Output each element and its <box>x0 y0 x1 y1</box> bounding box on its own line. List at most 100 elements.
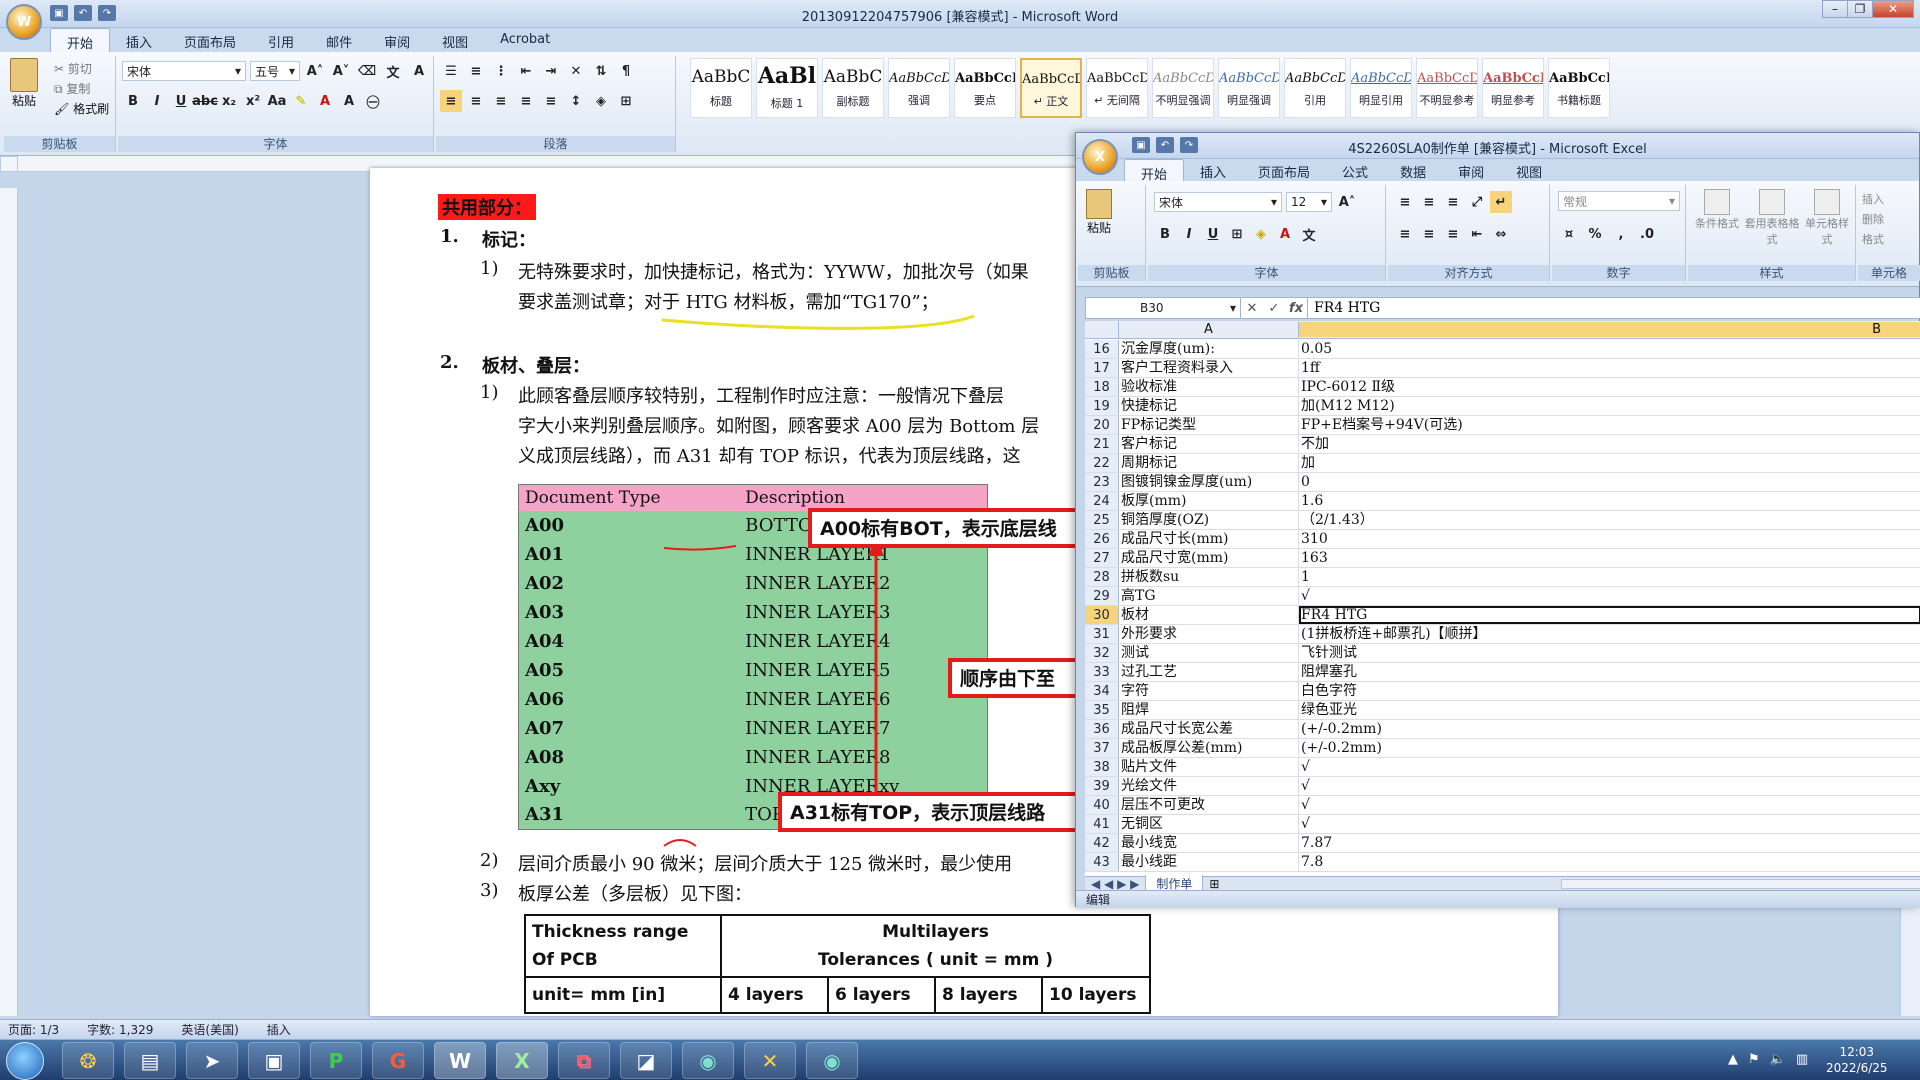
fill-color-icon[interactable]: ◈ <box>1250 223 1272 245</box>
tab-view[interactable]: 视图 <box>426 28 484 52</box>
new-sheet-icon[interactable]: ⊞ <box>1203 877 1225 891</box>
page-count[interactable]: 页面: 1/3 <box>8 1021 59 1038</box>
formula-input[interactable] <box>1307 298 1920 318</box>
cell-a[interactable]: 周期标记 <box>1119 454 1299 472</box>
subscript-icon[interactable]: x₂ <box>218 90 240 112</box>
align-right-icon[interactable]: ≡ <box>1442 223 1464 245</box>
cell-b[interactable]: √ <box>1299 796 1920 814</box>
tab-view[interactable]: 视图 <box>1500 158 1558 182</box>
borders-icon[interactable]: ⊞ <box>1226 223 1248 245</box>
tab-insert[interactable]: 插入 <box>1184 158 1242 182</box>
table-row[interactable]: 36 成品尺寸长宽公差 (+/-0.2mm) <box>1085 720 1920 739</box>
taskbar-app-3-icon[interactable]: ➤ <box>186 1042 238 1079</box>
grow-font-icon[interactable]: A˄ <box>304 60 326 82</box>
cell-b[interactable]: FR4 HTG <box>1299 606 1920 624</box>
cell-b[interactable]: 7.8 <box>1299 853 1920 871</box>
table-row[interactable]: 28 拼板数su 1 <box>1085 568 1920 587</box>
underline-icon[interactable]: U <box>1202 223 1224 245</box>
sort-icon[interactable]: ⇅ <box>590 60 612 82</box>
tab-page-layout[interactable]: 页面布局 <box>1242 158 1326 182</box>
wrap-text-icon[interactable]: ↵ <box>1490 191 1512 213</box>
ruler-toggle-icon[interactable] <box>0 156 18 172</box>
row-header[interactable]: 38 <box>1085 758 1119 776</box>
cell-b[interactable]: 飞针测试 <box>1299 644 1920 662</box>
row-header[interactable]: 43 <box>1085 853 1119 871</box>
row-header[interactable]: 18 <box>1085 378 1119 396</box>
bullets-icon[interactable]: ☰ <box>440 60 462 82</box>
enter-icon[interactable]: ✓ <box>1263 297 1285 319</box>
cell-b[interactable]: √ <box>1299 815 1920 833</box>
cell-style-button[interactable]: 单元格样式 <box>1802 189 1852 247</box>
style-book-title[interactable]: AaBbCcI 书籍标题 <box>1548 58 1610 118</box>
name-box[interactable]: B30 ▾ <box>1086 298 1241 318</box>
tab-review[interactable]: 审阅 <box>1442 158 1500 182</box>
vertical-ruler[interactable] <box>0 188 18 1016</box>
align-right-icon[interactable]: ≡ <box>490 90 512 112</box>
cell-b[interactable]: 不加 <box>1299 435 1920 453</box>
start-button[interactable] <box>6 1042 44 1080</box>
horizontal-scrollbar[interactable] <box>1561 878 1920 889</box>
delete-cells-button[interactable]: 删除 <box>1862 211 1884 227</box>
tab-acrobat[interactable]: Acrobat <box>484 28 566 52</box>
style-quote[interactable]: AaBbCcD 引用 <box>1284 58 1346 118</box>
show-marks-icon[interactable]: ¶ <box>615 60 637 82</box>
table-row[interactable]: 22 周期标记加 <box>1085 454 1920 473</box>
cell-b[interactable]: 白色字符 <box>1299 682 1920 700</box>
cell-a[interactable]: FP标记类型 <box>1119 416 1299 434</box>
cell-a[interactable]: 无铜区 <box>1119 815 1299 833</box>
restore-button[interactable]: ❐ <box>1847 0 1873 18</box>
shading-icon[interactable]: ◈ <box>590 90 612 112</box>
row-header[interactable]: 32 <box>1085 644 1119 662</box>
cell-a[interactable]: 成品板厚公差(mm) <box>1119 739 1299 757</box>
cell-b[interactable]: 0 <box>1299 473 1920 491</box>
taskbar-app-12-icon[interactable]: ✕ <box>744 1042 796 1079</box>
taskbar-app-11-icon[interactable]: ◉ <box>682 1042 734 1079</box>
phonetic-icon[interactable]: 文 <box>382 60 404 82</box>
cell-a[interactable]: 贴片文件 <box>1119 758 1299 776</box>
style-strong[interactable]: AaBbCcD要点 <box>954 58 1016 118</box>
cell-a[interactable]: 层压不可更改 <box>1119 796 1299 814</box>
cell-a[interactable]: 光绘文件 <box>1119 777 1299 795</box>
sheet-nav-icon[interactable]: ◀ ◀ ▶ ▶ <box>1085 877 1145 891</box>
strikethrough-icon[interactable]: abc <box>192 90 218 112</box>
bold-icon[interactable]: B <box>1154 223 1176 245</box>
row-header[interactable]: 33 <box>1085 663 1119 681</box>
highlight-icon[interactable]: ✎ <box>290 90 312 112</box>
minimize-button[interactable]: – <box>1822 0 1848 18</box>
tab-data[interactable]: 数据 <box>1384 158 1442 182</box>
tray-arrow-icon[interactable]: ▲ <box>1728 1052 1738 1067</box>
taskbar-excel-icon[interactable]: X <box>496 1042 548 1079</box>
orientation-icon[interactable]: ⤢ <box>1466 191 1488 213</box>
cell-a[interactable]: 最小线宽 <box>1119 834 1299 852</box>
table-row[interactable]: 37 成品板厚公差(mm) (+/-0.2mm) <box>1085 739 1920 758</box>
column-header-a[interactable]: A <box>1119 322 1299 337</box>
justify-icon[interactable]: ≡ <box>515 90 537 112</box>
office-button[interactable]: W <box>6 4 42 40</box>
row-header[interactable]: 21 <box>1085 435 1119 453</box>
table-row[interactable]: 41 无铜区 √ <box>1085 815 1920 834</box>
style-emphasis[interactable]: AaBbCcD 强调 <box>888 58 950 118</box>
taskbar-word-icon[interactable]: W <box>434 1042 486 1079</box>
bold-icon[interactable]: B <box>122 90 144 112</box>
taskbar-app-1-icon[interactable]: ❂ <box>62 1042 114 1079</box>
cell-a[interactable]: 拼板数su <box>1119 568 1299 586</box>
flag-icon[interactable]: ⚑ <box>1748 1052 1760 1067</box>
table-row[interactable]: 31 外形要求 (1拼板桥连+邮票孔)【顺拼】 <box>1085 625 1920 644</box>
table-row[interactable]: 17 客户工程资料录入 1ff <box>1085 359 1920 378</box>
increase-indent-icon[interactable]: ⇥ <box>540 60 562 82</box>
grow-font-icon[interactable]: A˄ <box>1336 191 1358 213</box>
cell-b[interactable]: 1 <box>1299 568 1920 586</box>
table-row[interactable]: 18 验收标准 IPC-6012 Ⅱ级 <box>1085 378 1920 397</box>
style-subtitle[interactable]: AaBbC 副标题 <box>822 58 884 118</box>
decrease-indent-icon[interactable]: ⇤ <box>1466 223 1488 245</box>
cell-b[interactable]: √ <box>1299 777 1920 795</box>
cell-b[interactable]: 0.05 <box>1299 340 1920 358</box>
italic-icon[interactable]: I <box>146 90 168 112</box>
format-table-button[interactable]: 套用表格格式 <box>1744 189 1800 247</box>
align-middle-icon[interactable]: ≡ <box>1418 191 1440 213</box>
cell-a[interactable]: 验收标准 <box>1119 378 1299 396</box>
row-header[interactable]: 40 <box>1085 796 1119 814</box>
table-row[interactable]: 25 铜箔厚度(OZ) （2/1.43） <box>1085 511 1920 530</box>
cell-b[interactable]: 7.87 <box>1299 834 1920 852</box>
table-row[interactable]: 24 板厚(mm) 1.6 <box>1085 492 1920 511</box>
